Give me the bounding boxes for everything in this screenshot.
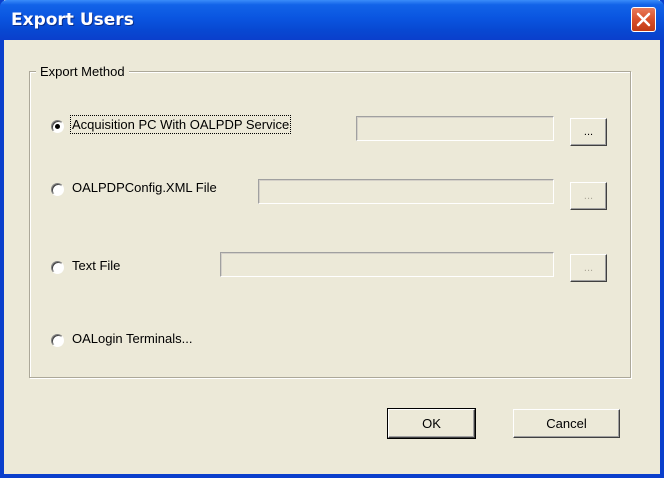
label-acquisition-pc[interactable]: Acquisition PC With OALPDP Service xyxy=(69,115,292,134)
ok-button[interactable]: OK xyxy=(387,408,476,439)
radio-text-file[interactable] xyxy=(51,261,64,274)
label-oalogin-terminals[interactable]: OALogin Terminals... xyxy=(72,331,192,346)
radio-oalogin-terminals[interactable] xyxy=(51,334,64,347)
label-text-file[interactable]: Text File xyxy=(72,258,120,273)
text-file-field[interactable] xyxy=(220,252,554,277)
label-oalpdpconfig-xml[interactable]: OALPDPConfig.XML File xyxy=(72,180,217,195)
radio-selected-dot xyxy=(55,124,60,129)
dialog-title: Export Users xyxy=(11,10,134,30)
cancel-button[interactable]: Cancel xyxy=(513,409,620,438)
close-button[interactable] xyxy=(631,7,656,32)
browse-text-file-button[interactable]: ... xyxy=(570,254,607,282)
radio-oalpdpconfig-xml[interactable] xyxy=(51,183,64,196)
browse-oalpdpconfig-xml-button[interactable]: ... xyxy=(570,182,607,210)
export-method-legend: Export Method xyxy=(36,64,129,79)
title-bar[interactable]: Export Users xyxy=(0,0,664,40)
browse-acquisition-pc-button[interactable]: ... xyxy=(570,118,607,146)
close-icon xyxy=(636,12,651,27)
acquisition-pc-field[interactable] xyxy=(356,116,554,141)
oalpdpconfig-xml-field[interactable] xyxy=(258,179,554,204)
radio-acquisition-pc[interactable] xyxy=(51,120,64,133)
